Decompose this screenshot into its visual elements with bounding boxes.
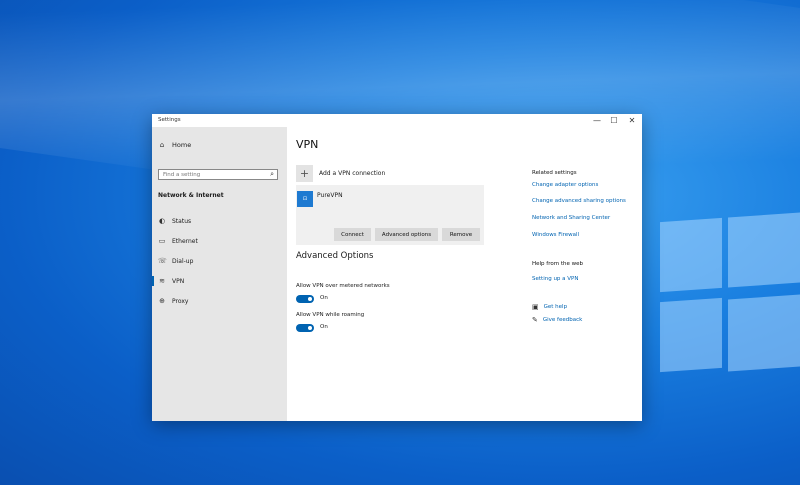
windows-logo — [660, 212, 800, 385]
get-help-label: Get help — [543, 304, 568, 310]
sidebar-item-label: Ethernet — [172, 237, 198, 245]
chat-help-icon: ▣ — [532, 303, 539, 311]
give-feedback-link[interactable]: ✎ Give feedback — [532, 316, 582, 324]
remove-button[interactable]: Remove — [442, 228, 480, 241]
minimize-button[interactable]: — — [589, 115, 605, 126]
main-content: VPN + Add a VPN connection ⊡ PureVPN Con… — [287, 127, 642, 421]
metered-toggle-state: On — [320, 295, 328, 301]
sidebar-item-proxy[interactable]: ⊕ Proxy — [158, 295, 188, 307]
get-help-link[interactable]: ▣ Get help — [532, 303, 567, 311]
sidebar-item-label: VPN — [172, 277, 185, 285]
advanced-options-heading: Advanced Options — [296, 251, 374, 261]
sidebar-item-dialup[interactable]: ☏ Dial-up — [158, 255, 193, 267]
vpn-connection-card[interactable]: ⊡ PureVPN Connect Advanced options Remov… — [296, 185, 484, 245]
vpn-icon: ≋ — [159, 277, 165, 285]
proxy-globe-icon: ⊕ — [159, 297, 165, 305]
page-title: VPN — [296, 138, 319, 151]
ethernet-icon: ▭ — [158, 237, 166, 245]
related-settings-heading: Related settings — [532, 170, 577, 176]
vpn-connection-icon: ⊡ — [297, 191, 313, 207]
help-from-web-heading: Help from the web — [532, 261, 583, 267]
feedback-icon: ✎ — [532, 316, 538, 324]
link-setting-up-vpn[interactable]: Setting up a VPN — [532, 276, 578, 282]
link-change-adapter-options[interactable]: Change adapter options — [532, 182, 598, 188]
search-icon[interactable]: ⌕ — [270, 170, 274, 179]
vpn-connection-name: PureVPN — [317, 192, 343, 199]
sidebar-item-home[interactable]: ⌂ Home — [158, 139, 191, 151]
add-vpn-connection[interactable]: + Add a VPN connection — [296, 165, 385, 182]
roaming-toggle-state: On — [320, 324, 328, 330]
search-placeholder: Find a setting — [163, 171, 201, 178]
link-network-sharing-center[interactable]: Network and Sharing Center — [532, 215, 610, 221]
sidebar-item-label: Status — [172, 217, 192, 225]
plus-icon: + — [296, 165, 313, 182]
sidebar-item-label: Proxy — [172, 297, 189, 305]
globe-status-icon: ◐ — [158, 217, 166, 225]
close-button[interactable]: ✕ — [624, 115, 640, 126]
sidebar-item-vpn[interactable]: ≋ VPN — [151, 275, 185, 287]
phone-dialup-icon: ☏ — [158, 257, 167, 265]
connect-button[interactable]: Connect — [334, 228, 371, 241]
advanced-options-button[interactable]: Advanced options — [375, 228, 438, 241]
settings-window: Settings — ☐ ✕ ⌂ Home Find a setting ⌕ N… — [151, 114, 642, 421]
add-vpn-label: Add a VPN connection — [319, 170, 386, 177]
home-icon: ⌂ — [159, 141, 165, 149]
give-feedback-label: Give feedback — [542, 317, 583, 323]
link-advanced-sharing-options[interactable]: Change advanced sharing options — [532, 198, 626, 204]
section-heading: Network & Internet — [158, 192, 224, 199]
metered-option-label: Allow VPN over metered networks — [296, 283, 390, 289]
search-input[interactable]: Find a setting ⌕ — [158, 169, 278, 180]
sidebar-item-label: Home — [172, 141, 192, 149]
maximize-button[interactable]: ☐ — [606, 115, 622, 126]
window-title: Settings — [158, 117, 181, 123]
sidebar: ⌂ Home Find a setting ⌕ Network & Intern… — [151, 127, 287, 421]
sidebar-item-label: Dial-up — [172, 257, 194, 265]
roaming-toggle[interactable] — [296, 324, 314, 332]
sidebar-item-status[interactable]: ◐ Status — [158, 215, 191, 227]
link-windows-firewall[interactable]: Windows Firewall — [532, 232, 579, 238]
sidebar-item-ethernet[interactable]: ▭ Ethernet — [158, 235, 198, 247]
roaming-option-label: Allow VPN while roaming — [296, 312, 365, 318]
title-bar: Settings — ☐ ✕ — [152, 114, 642, 127]
metered-toggle[interactable] — [296, 295, 314, 303]
